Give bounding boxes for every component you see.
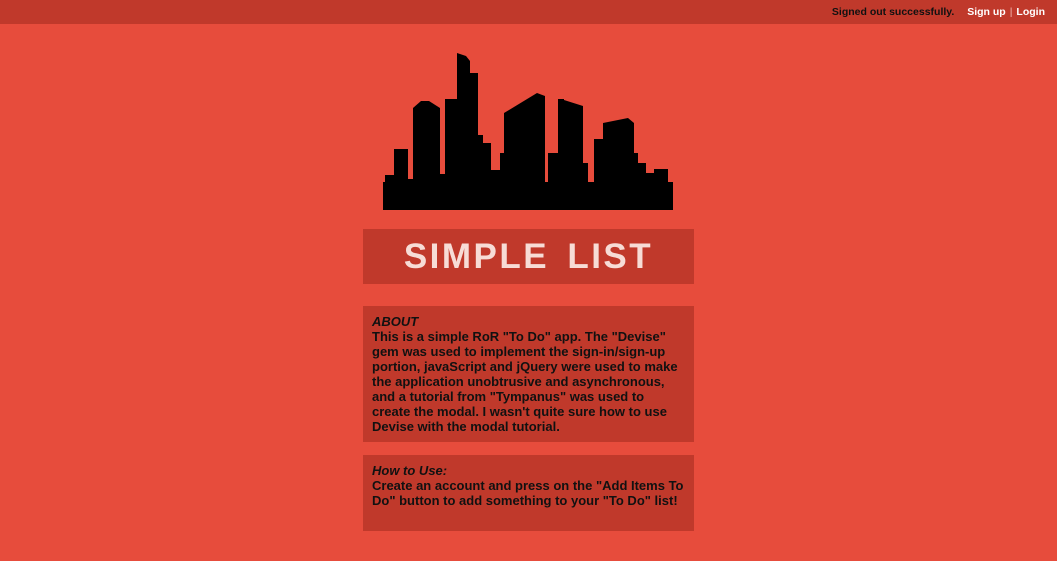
- signup-link[interactable]: Sign up: [967, 6, 1006, 18]
- page-title: SIMPLE LIST: [403, 237, 654, 276]
- nav-separator: |: [1009, 6, 1013, 18]
- how-to-use-panel: How to Use: Create an account and press …: [363, 455, 694, 531]
- title-banner: SIMPLE LIST: [363, 229, 694, 284]
- city-skyline-icon: [383, 53, 673, 210]
- how-to-use-body: Create an account and press on the "Add …: [372, 478, 684, 508]
- about-panel: ABOUT This is a simple RoR "To Do" app. …: [363, 306, 694, 442]
- about-body: This is a simple RoR "To Do" app. The "D…: [372, 329, 678, 434]
- how-to-use-heading: How to Use:: [372, 463, 448, 478]
- about-heading: ABOUT: [372, 314, 419, 329]
- flash-message: Signed out successfully.: [831, 6, 955, 18]
- topbar-right: Signed out successfully. Sign up | Login: [832, 6, 1045, 18]
- top-bar: Signed out successfully. Sign up | Login: [0, 0, 1057, 24]
- login-link[interactable]: Login: [1016, 6, 1045, 18]
